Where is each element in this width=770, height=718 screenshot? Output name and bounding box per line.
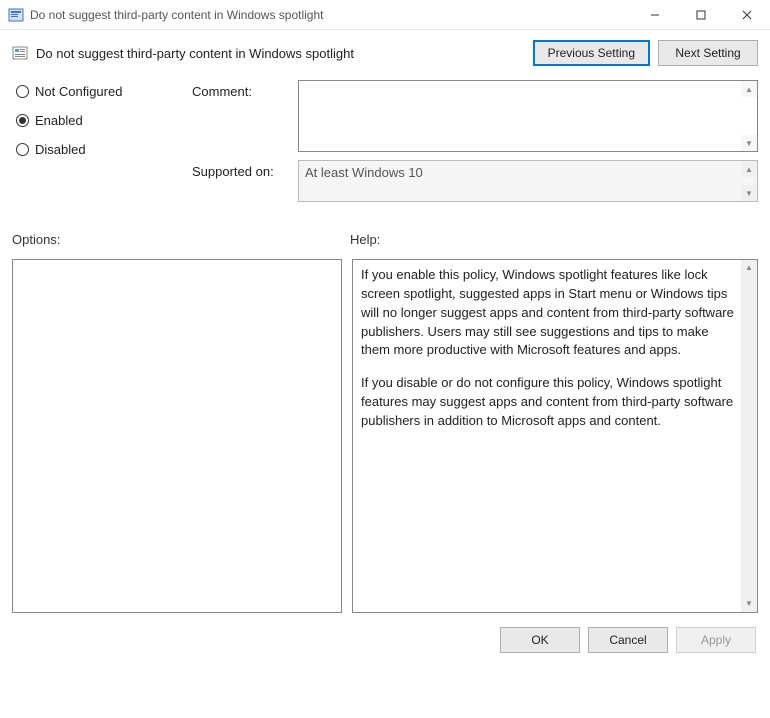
cancel-button[interactable]: Cancel <box>588 627 668 653</box>
titlebar-controls <box>632 0 770 29</box>
scrollbar[interactable]: ▲ ▼ <box>741 260 757 612</box>
supported-on-label: Supported on: <box>192 160 292 179</box>
comment-label: Comment: <box>192 80 292 99</box>
policy-icon <box>12 45 28 61</box>
radio-label: Not Configured <box>35 84 122 99</box>
comment-box: ▲ ▼ <box>298 80 758 152</box>
help-panel: If you enable this policy, Windows spotl… <box>352 259 758 613</box>
help-label: Help: <box>350 232 380 247</box>
config-area: Not Configured Enabled Disabled Comment:… <box>0 66 770 216</box>
radio-disabled[interactable]: Disabled <box>16 142 186 157</box>
supported-on-box: At least Windows 10 ▲ ▼ <box>298 160 758 202</box>
radio-icon <box>16 85 29 98</box>
apply-button[interactable]: Apply <box>676 627 756 653</box>
header-row: Do not suggest third-party content in Wi… <box>0 30 770 66</box>
close-button[interactable] <box>724 0 770 29</box>
radio-label: Enabled <box>35 113 83 128</box>
window-title: Do not suggest third-party content in Wi… <box>30 8 632 22</box>
titlebar: Do not suggest third-party content in Wi… <box>0 0 770 30</box>
scroll-down-icon[interactable]: ▼ <box>741 135 757 151</box>
options-label: Options: <box>12 232 350 247</box>
previous-setting-button[interactable]: Previous Setting <box>533 40 650 66</box>
radio-icon <box>16 114 29 127</box>
scroll-up-icon[interactable]: ▲ <box>741 81 757 97</box>
footer: OK Cancel Apply <box>0 613 770 653</box>
options-panel <box>12 259 342 613</box>
scroll-up-icon[interactable]: ▲ <box>741 260 757 276</box>
policy-icon <box>8 7 24 23</box>
maximize-button[interactable] <box>678 0 724 29</box>
supported-on-value: At least Windows 10 <box>305 165 423 180</box>
state-radio-group: Not Configured Enabled Disabled <box>16 80 186 157</box>
policy-title: Do not suggest third-party content in Wi… <box>36 46 525 61</box>
nav-buttons: Previous Setting Next Setting <box>533 40 758 66</box>
scroll-up-icon[interactable]: ▲ <box>741 161 757 177</box>
minimize-button[interactable] <box>632 0 678 29</box>
section-labels: Options: Help: <box>0 216 770 251</box>
radio-label: Disabled <box>35 142 86 157</box>
scroll-down-icon[interactable]: ▼ <box>741 596 757 612</box>
ok-button[interactable]: OK <box>500 627 580 653</box>
radio-enabled[interactable]: Enabled <box>16 113 186 128</box>
help-paragraph: If you disable or do not configure this … <box>361 374 737 431</box>
scroll-down-icon[interactable]: ▼ <box>741 185 757 201</box>
radio-not-configured[interactable]: Not Configured <box>16 84 186 99</box>
scrollbar[interactable]: ▲ ▼ <box>741 161 757 201</box>
comment-input[interactable] <box>299 81 741 151</box>
radio-icon <box>16 143 29 156</box>
scrollbar[interactable]: ▲ ▼ <box>741 81 757 151</box>
help-paragraph: If you enable this policy, Windows spotl… <box>361 266 737 360</box>
next-setting-button[interactable]: Next Setting <box>658 40 758 66</box>
panels: If you enable this policy, Windows spotl… <box>0 251 770 613</box>
